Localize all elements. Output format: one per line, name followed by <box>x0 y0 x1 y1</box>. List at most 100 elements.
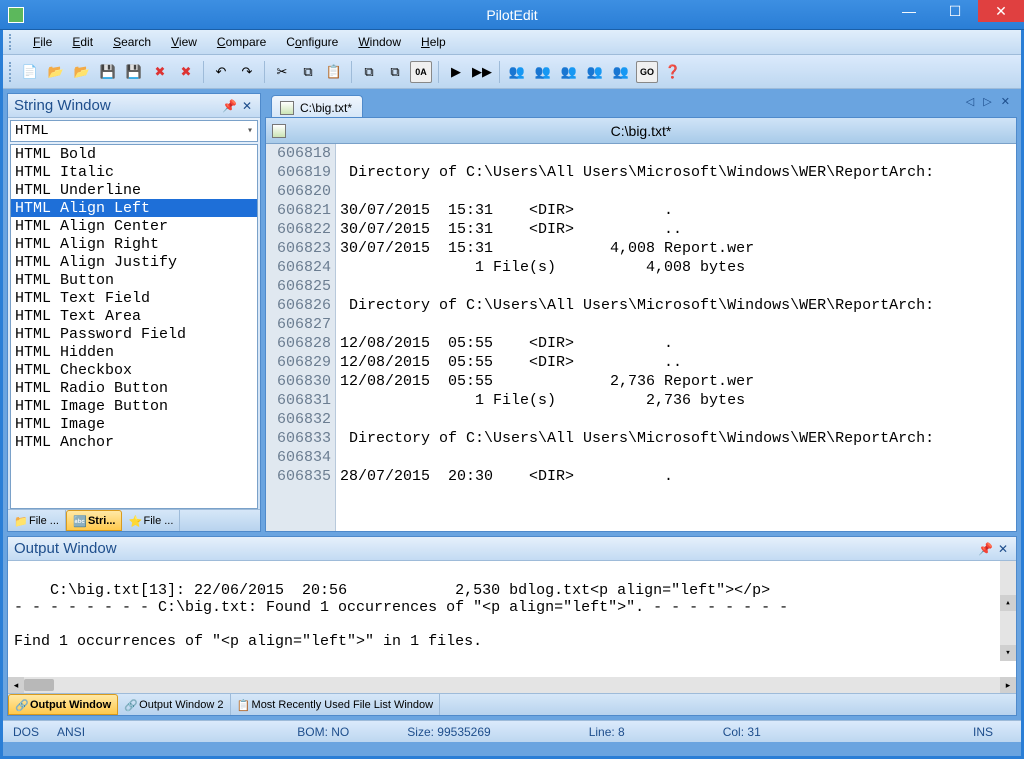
close-red-icon[interactable]: ✖ <box>149 61 171 83</box>
string-list-item[interactable]: HTML Password Field <box>11 325 257 343</box>
string-list-item[interactable]: HTML Underline <box>11 181 257 199</box>
string-window-tabs: 📁File ...🔤Stri...⭐File ... <box>8 509 260 531</box>
string-list-item[interactable]: HTML Radio Button <box>11 379 257 397</box>
editor-tab[interactable]: C:\big.txt* <box>271 95 363 117</box>
toolbar-grip-icon <box>9 62 13 82</box>
output-content[interactable]: C:\big.txt[13]: 22/06/2015 20:56 2,530 b… <box>8 561 1016 677</box>
close-all-icon[interactable]: ✖ <box>175 61 197 83</box>
paste-icon[interactable]: 📋 <box>323 61 345 83</box>
menu-search[interactable]: Search <box>109 33 155 51</box>
toolbar: 📄📂📂💾💾✖✖↶↷✂⧉📋⧉⧉0A▶▶▶👥👥👥👥👥GO❓ <box>3 55 1021 89</box>
menu-window[interactable]: Window <box>354 33 405 51</box>
menu-configure[interactable]: Configure <box>282 33 342 51</box>
scroll-left-icon[interactable]: ◂ <box>8 677 24 693</box>
menu-edit[interactable]: Edit <box>68 33 97 51</box>
output-tab[interactable]: 📋Most Recently Used File List Window <box>231 694 441 715</box>
close-panel-icon[interactable]: ✕ <box>996 542 1010 556</box>
status-bar: DOS ANSI BOM: NO Size: 99535269 Line: 8 … <box>3 720 1021 742</box>
editor-tab-label: C:\big.txt* <box>300 101 352 115</box>
group3-icon[interactable]: 👥 <box>558 61 580 83</box>
string-window-tab[interactable]: 🔤Stri... <box>66 510 123 531</box>
tab-icon: 🔗 <box>124 699 136 711</box>
help-icon[interactable]: ❓ <box>662 61 684 83</box>
maximize-button[interactable]: ☐ <box>932 0 978 22</box>
string-list-item[interactable]: HTML Text Area <box>11 307 257 325</box>
horizontal-scrollbar[interactable]: ◂ ▸ <box>8 677 1016 693</box>
string-list-item[interactable]: HTML Image <box>11 415 257 433</box>
open-folder2-icon[interactable]: 📂 <box>71 61 93 83</box>
menu-grip-icon <box>9 34 13 50</box>
menu-file[interactable]: File <box>29 33 56 51</box>
string-list-item[interactable]: HTML Align Center <box>11 217 257 235</box>
play-icon[interactable]: ▶ <box>445 61 467 83</box>
fast-fwd-icon[interactable]: ▶▶ <box>471 61 493 83</box>
undo-icon[interactable]: ↶ <box>210 61 232 83</box>
tab-icon: ⭐ <box>128 515 140 527</box>
hex-icon[interactable]: 0A <box>410 61 432 83</box>
group1-icon[interactable]: 👥 <box>506 61 528 83</box>
group5-icon[interactable]: 👥 <box>610 61 632 83</box>
output-tabs: 🔗Output Window🔗Output Window 2📋Most Rece… <box>8 693 1016 715</box>
group4-icon[interactable]: 👥 <box>584 61 606 83</box>
minimize-button[interactable]: — <box>886 0 932 22</box>
string-list[interactable]: HTML BoldHTML ItalicHTML UnderlineHTML A… <box>10 144 258 509</box>
output-tab[interactable]: 🔗Output Window 2 <box>118 694 230 715</box>
string-window-panel: String Window 📌 ✕ HTML ▾ HTML BoldHTML I… <box>7 93 261 532</box>
string-list-item[interactable]: HTML Align Justify <box>11 253 257 271</box>
output-panel: Output Window 📌 ✕ C:\big.txt[13]: 22/06/… <box>7 536 1017 716</box>
editor-content[interactable]: 606818 606819 606820 606821 606822 60682… <box>266 144 1016 531</box>
go-icon[interactable]: GO <box>636 61 658 83</box>
tab-icon: 🔗 <box>15 699 27 711</box>
string-list-item[interactable]: HTML Image Button <box>11 397 257 415</box>
pin-icon[interactable]: 📌 <box>978 542 992 556</box>
string-list-item[interactable]: HTML Text Field <box>11 289 257 307</box>
tab-nav-controls[interactable]: ◁ ▷ ✕ <box>966 95 1013 108</box>
output-title-bar: Output Window 📌 ✕ <box>8 537 1016 561</box>
status-encoding1: DOS <box>13 725 39 739</box>
string-list-item[interactable]: HTML Button <box>11 271 257 289</box>
string-window-tab[interactable]: ⭐File ... <box>122 510 180 531</box>
scroll-right-icon[interactable]: ▸ <box>1000 677 1016 693</box>
vertical-scrollbar[interactable]: ▴ ▾ <box>1000 561 1016 661</box>
scroll-down-icon[interactable]: ▾ <box>1000 645 1016 661</box>
menu-help[interactable]: Help <box>417 33 450 51</box>
string-list-item[interactable]: HTML Bold <box>11 145 257 163</box>
close-button[interactable]: ✕ <box>978 0 1024 22</box>
paste-doc-icon[interactable]: ⧉ <box>384 61 406 83</box>
string-window-tab[interactable]: 📁File ... <box>8 510 66 531</box>
title-bar: PilotEdit — ☐ ✕ <box>0 0 1024 30</box>
open-folder-icon[interactable]: 📂 <box>45 61 67 83</box>
scroll-up-icon[interactable]: ▴ <box>1000 595 1016 611</box>
menu-view[interactable]: View <box>167 33 201 51</box>
string-window-title-bar: String Window 📌 ✕ <box>8 94 260 118</box>
copy-doc-icon[interactable]: ⧉ <box>358 61 380 83</box>
tab-icon: 📋 <box>237 699 249 711</box>
cut-icon[interactable]: ✂ <box>271 61 293 83</box>
string-list-item[interactable]: HTML Italic <box>11 163 257 181</box>
output-tab[interactable]: 🔗Output Window <box>8 694 118 715</box>
window-controls: — ☐ ✕ <box>886 0 1024 22</box>
new-file-icon[interactable]: 📄 <box>19 61 41 83</box>
editor-tab-bar: C:\big.txt* ◁ ▷ ✕ <box>265 93 1017 117</box>
close-panel-icon[interactable]: ✕ <box>240 99 254 113</box>
save-all-icon[interactable]: 💾 <box>123 61 145 83</box>
string-list-item[interactable]: HTML Checkbox <box>11 361 257 379</box>
pin-icon[interactable]: 📌 <box>222 99 236 113</box>
string-list-item[interactable]: HTML Hidden <box>11 343 257 361</box>
copy-icon[interactable]: ⧉ <box>297 61 319 83</box>
string-list-item[interactable]: HTML Align Left <box>11 199 257 217</box>
string-category-combo[interactable]: HTML ▾ <box>10 120 258 142</box>
menu-compare[interactable]: Compare <box>213 33 270 51</box>
menu-bar: File Edit Search View Compare Configure … <box>3 30 1021 55</box>
output-title: Output Window <box>14 540 117 557</box>
redo-icon[interactable]: ↷ <box>236 61 258 83</box>
string-window-title: String Window <box>14 97 111 114</box>
string-list-item[interactable]: HTML Align Right <box>11 235 257 253</box>
group2-icon[interactable]: 👥 <box>532 61 554 83</box>
save-icon[interactable]: 💾 <box>97 61 119 83</box>
string-list-item[interactable]: HTML Anchor <box>11 433 257 451</box>
code-area[interactable]: Directory of C:\Users\All Users\Microsof… <box>336 144 1016 531</box>
status-encoding2: ANSI <box>57 725 85 739</box>
scroll-thumb[interactable] <box>24 679 54 691</box>
status-col: Col: 31 <box>723 725 761 739</box>
